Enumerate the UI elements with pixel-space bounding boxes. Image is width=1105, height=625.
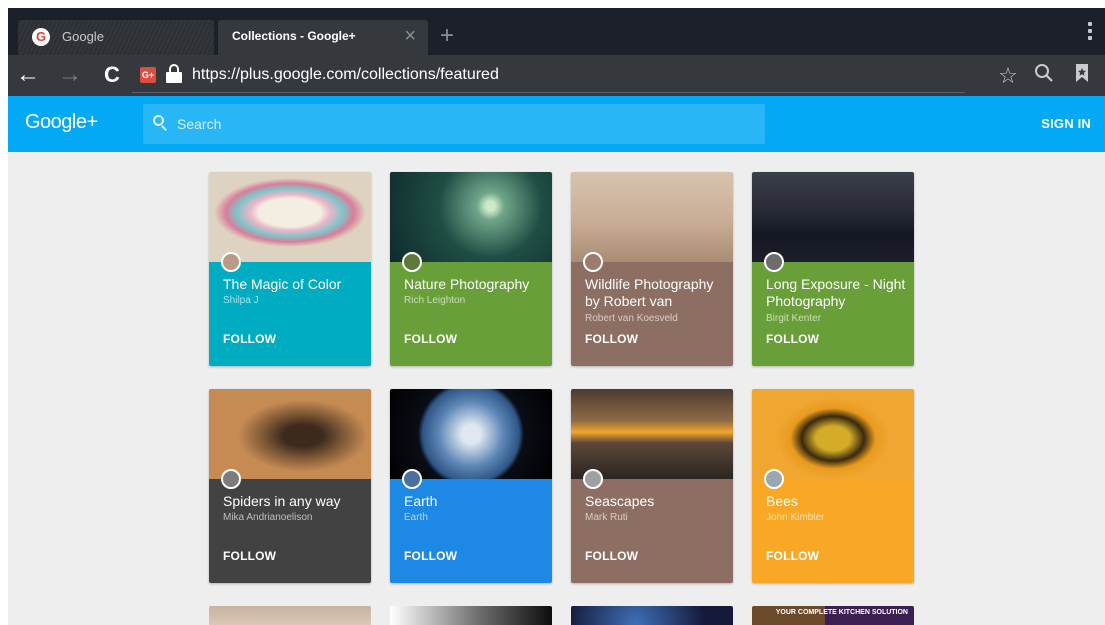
search-icon	[153, 115, 167, 131]
avatar	[402, 252, 422, 272]
follow-button[interactable]: FOLLOW	[223, 549, 276, 563]
avatar	[764, 469, 784, 489]
star-icon[interactable]: ☆	[995, 63, 1021, 89]
close-icon[interactable]: ×	[404, 25, 416, 47]
collection-title: Spiders in any way	[223, 493, 341, 509]
collection-cover-image	[209, 172, 371, 262]
vertical-dots-icon[interactable]	[1087, 22, 1093, 42]
collection-title: Earth	[404, 493, 438, 509]
collection-card[interactable]: Spiders in any way Mika Andrianoelison F…	[209, 389, 371, 583]
follow-button[interactable]: FOLLOW	[223, 332, 276, 346]
collection-cover-image	[390, 389, 552, 479]
collection-info: Seascapes Mark Ruti FOLLOW	[571, 469, 733, 583]
avatar	[221, 469, 241, 489]
collection-card[interactable]: The Magic of Color Shilpa J FOLLOW	[209, 172, 371, 366]
collection-cover-image	[209, 389, 371, 479]
bookmark-icon[interactable]	[1069, 63, 1095, 89]
collection-title: Bees	[766, 493, 798, 509]
collection-card-partial[interactable]	[209, 606, 371, 625]
collection-card[interactable]: Seascapes Mark Ruti FOLLOW	[571, 389, 733, 583]
follow-button[interactable]: FOLLOW	[404, 332, 457, 346]
google-plus-logo[interactable]: Google+	[25, 111, 98, 134]
avatar	[402, 469, 422, 489]
collection-info: Wildlife Photography by Robert van Rober…	[571, 252, 733, 366]
address-bar-underline	[132, 92, 965, 93]
collection-owner: Mika Andrianoelison	[223, 512, 313, 523]
collection-card-partial[interactable]	[390, 606, 552, 625]
follow-button[interactable]: FOLLOW	[766, 549, 819, 563]
follow-button[interactable]: FOLLOW	[404, 549, 457, 563]
avatar	[764, 252, 784, 272]
collection-info: Long Exposure - Night Photography Birgit…	[752, 252, 914, 366]
arrow-right-icon[interactable]: →	[56, 62, 84, 90]
collection-card[interactable]: Bees John Kimbler FOLLOW	[752, 389, 914, 583]
browser-tab-strip: G Google Collections - Google+ × +	[8, 8, 1105, 55]
collection-cover-image	[571, 389, 733, 479]
collection-info: The Magic of Color Shilpa J FOLLOW	[209, 252, 371, 366]
collection-owner: Earth	[404, 512, 428, 523]
avatar	[221, 252, 241, 272]
lock-icon[interactable]	[166, 64, 182, 84]
address-bar-url[interactable]: https://plus.google.com/collections/feat…	[192, 66, 499, 84]
collection-info: Bees John Kimbler FOLLOW	[752, 469, 914, 583]
collection-card[interactable]: Wildlife Photography by Robert van Rober…	[571, 172, 733, 366]
collection-title: Nature Photography	[404, 276, 530, 292]
browser-toolbar: ← → C G+ https://plus.google.com/collect…	[8, 55, 1105, 96]
collection-card[interactable]: Nature Photography Rich Leighton FOLLOW	[390, 172, 552, 366]
collection-cover-image	[752, 389, 914, 479]
collection-owner: John Kimbler	[766, 512, 825, 523]
arrow-left-icon[interactable]: ←	[14, 62, 42, 90]
promo-text: YOUR COMPLETE KITCHEN SOLUTION	[775, 609, 908, 616]
follow-button[interactable]: FOLLOW	[585, 332, 638, 346]
search-icon[interactable]	[1031, 63, 1057, 89]
search-input[interactable]	[177, 114, 737, 134]
collection-card-partial[interactable]: YOUR COMPLETE KITCHEN SOLUTION	[752, 606, 914, 625]
collection-owner: Shilpa J	[223, 295, 259, 306]
collection-card-partial[interactable]	[571, 606, 733, 625]
follow-button[interactable]: FOLLOW	[585, 549, 638, 563]
collection-owner: Birgit Kenter	[766, 313, 822, 324]
collections-grid: The Magic of Color Shilpa J FOLLOW Natur…	[8, 152, 1105, 625]
collection-owner: Rich Leighton	[404, 295, 466, 306]
reload-icon[interactable]: C	[98, 62, 126, 90]
collection-cover-image	[390, 172, 552, 262]
collection-title: The Magic of Color	[223, 276, 342, 292]
tab-title: Google	[62, 29, 104, 44]
collection-title: Seascapes	[585, 493, 655, 509]
collection-card[interactable]: Long Exposure - Night Photography Birgit…	[752, 172, 914, 366]
collection-info: Earth Earth FOLLOW	[390, 469, 552, 583]
avatar	[583, 469, 603, 489]
new-tab-plus-icon[interactable]: +	[434, 24, 460, 50]
follow-button[interactable]: FOLLOW	[766, 332, 819, 346]
collection-cover-image	[752, 172, 914, 262]
collection-title: Long Exposure - Night Photography	[766, 276, 906, 309]
tab-title: Collections - Google+	[232, 29, 356, 43]
collection-owner: Robert van Koesveld	[585, 313, 678, 324]
collection-owner: Mark Ruti	[585, 512, 628, 523]
collection-info: Nature Photography Rich Leighton FOLLOW	[390, 252, 552, 366]
avatar	[583, 252, 603, 272]
collection-info: Spiders in any way Mika Andrianoelison F…	[209, 469, 371, 583]
tab-google[interactable]: G Google	[18, 20, 214, 55]
search-box[interactable]	[143, 104, 765, 144]
google-g-icon: G	[32, 28, 50, 46]
tab-collections[interactable]: Collections - Google+ ×	[218, 20, 428, 55]
collection-cover-image	[571, 172, 733, 262]
google-plus-site-icon: G+	[140, 67, 156, 83]
collection-card[interactable]: Earth Earth FOLLOW	[390, 389, 552, 583]
google-plus-header: Google+ SIGN IN	[8, 96, 1105, 152]
sign-in-button[interactable]: SIGN IN	[1041, 116, 1091, 131]
collection-title: Wildlife Photography by Robert van	[585, 276, 714, 309]
